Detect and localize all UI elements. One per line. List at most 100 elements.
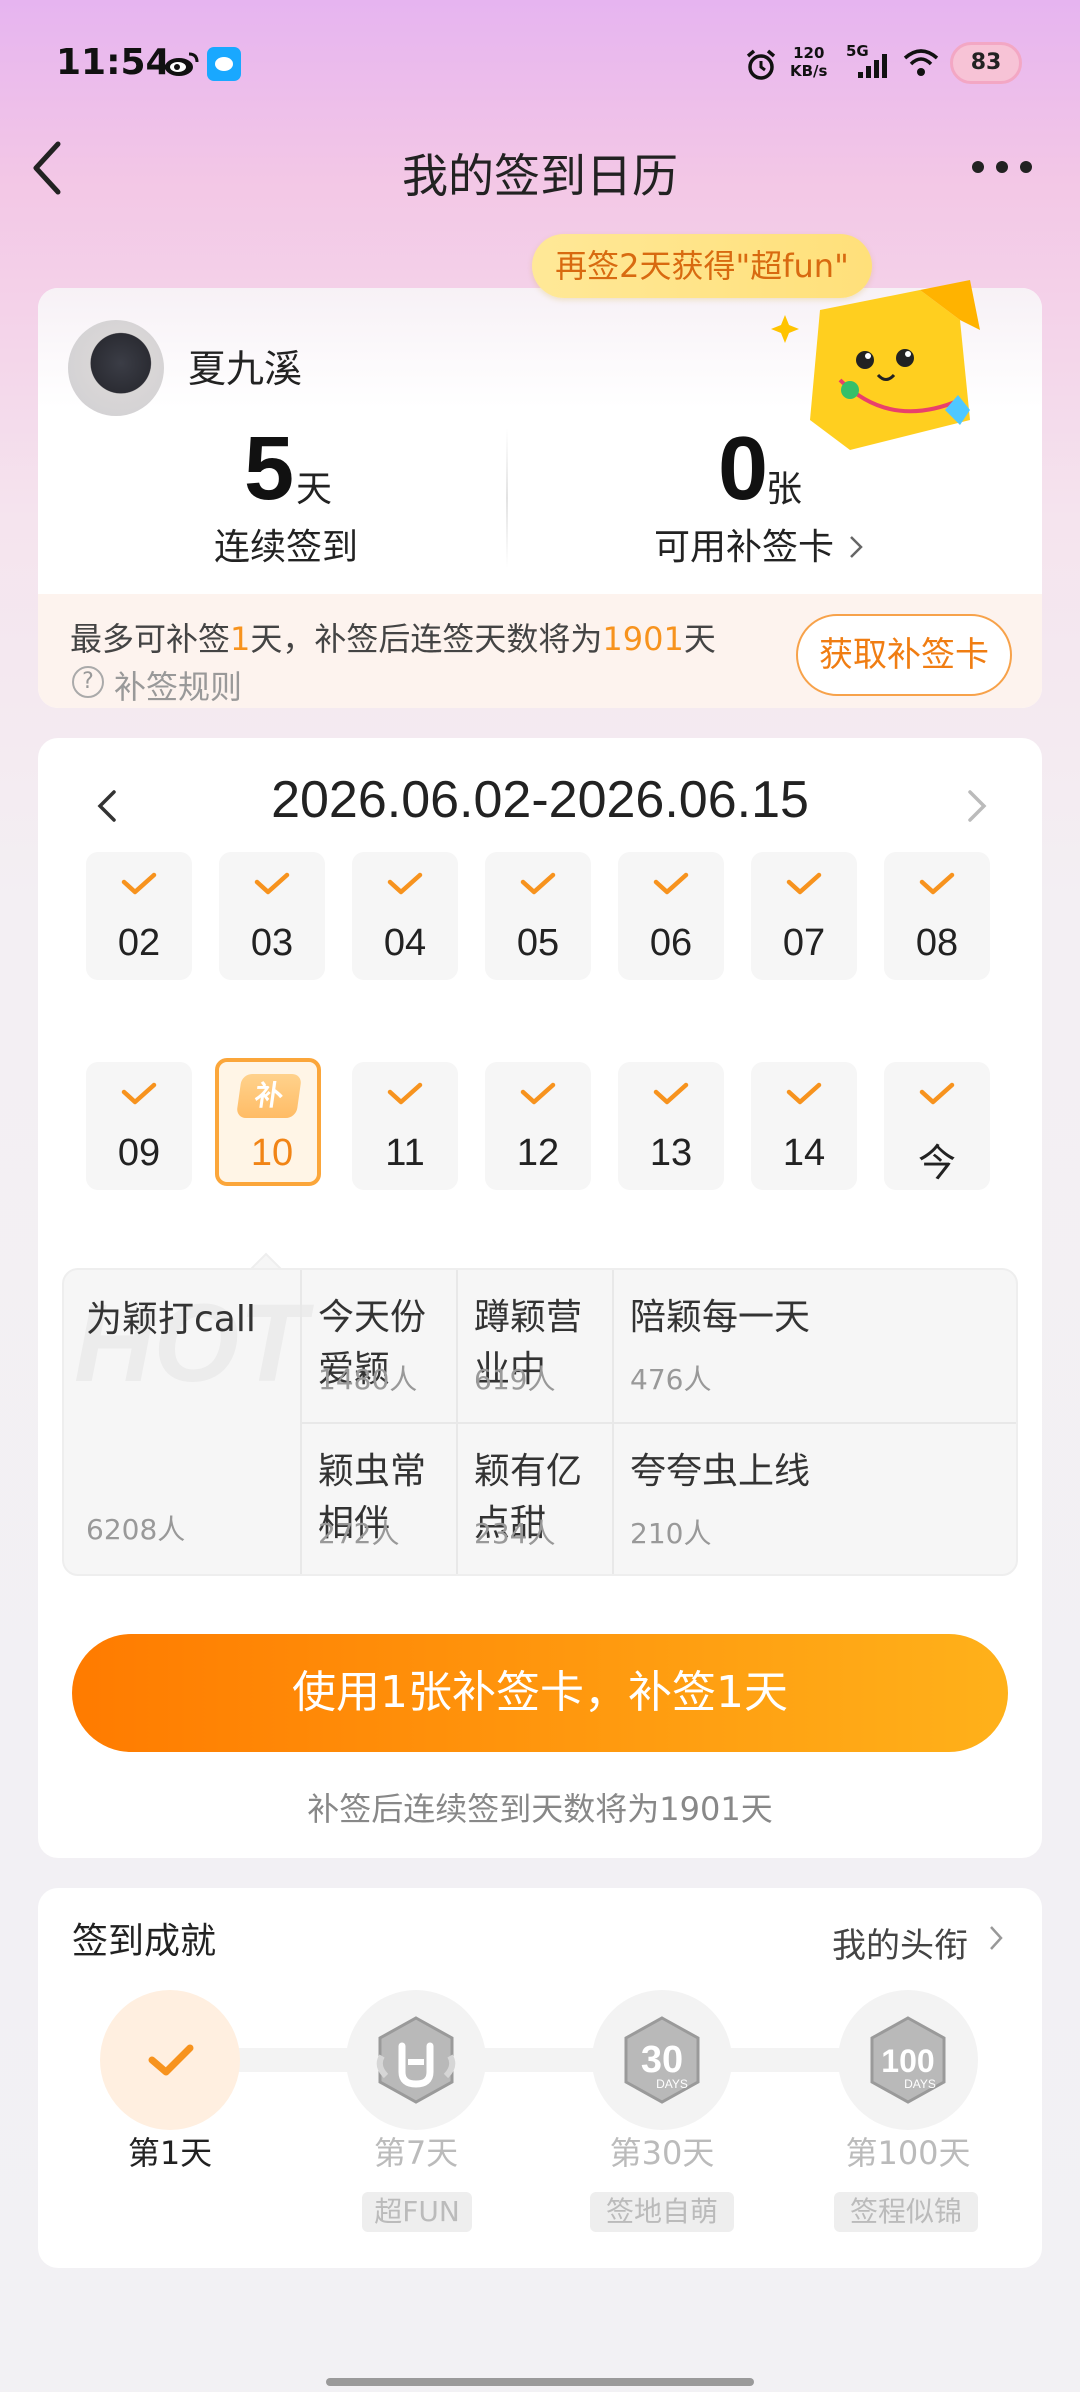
check-icon — [653, 872, 689, 895]
hot-tag-count: 234人 — [474, 1517, 556, 1550]
achievement-day7-badge[interactable] — [346, 1990, 486, 2130]
page-title: 我的签到日历 — [402, 149, 678, 203]
calendar-day[interactable]: 08 — [884, 852, 990, 980]
my-title-link[interactable]: 我的头衔 — [832, 1918, 968, 1967]
calendar-day[interactable]: 07 — [751, 852, 857, 980]
achievement-tag: 签程似锦 — [834, 2192, 978, 2232]
calendar-day-label: 04 — [383, 922, 427, 964]
calendar-day[interactable]: 09 — [86, 1062, 192, 1190]
hot-tag-count: 272人 — [318, 1517, 400, 1550]
divider — [506, 428, 508, 568]
more-icon[interactable] — [970, 158, 1034, 176]
calendar-day[interactable]: 03 — [219, 852, 325, 980]
calendar-day[interactable]: 11 — [352, 1062, 458, 1190]
net-speed: 120 KB/s — [790, 44, 827, 80]
makeup-text-2: 天，补签后连签天数将为 — [250, 620, 603, 658]
achievement-label: 第7天 — [373, 2134, 459, 2172]
achievements-track — [170, 2048, 920, 2072]
check-icon — [387, 1082, 423, 1105]
check-icon — [786, 1082, 822, 1105]
alarm-icon — [746, 49, 776, 80]
makeup-cards-label: 可用补签卡 — [654, 527, 835, 568]
achievement-label: 第30天 — [609, 2134, 715, 2172]
days-100-badge-icon: 100 DAYS — [870, 2016, 946, 2104]
avatar[interactable] — [68, 320, 164, 416]
check-icon — [148, 2044, 194, 2076]
check-icon — [121, 872, 157, 895]
chevron-right-icon — [850, 536, 864, 558]
hot-tag-count: 1480人 — [318, 1363, 418, 1396]
wifi-icon — [903, 49, 939, 76]
rules-link[interactable]: 补签规则 — [114, 662, 242, 708]
calendar-day[interactable]: 04 — [352, 852, 458, 980]
username: 夏九溪 — [188, 347, 303, 391]
calendar-day[interactable]: 今 — [884, 1062, 990, 1190]
get-makeup-card-button[interactable]: 获取补签卡 — [796, 614, 1012, 696]
hot-tag-item[interactable]: 陪颖每一天 476人 — [612, 1270, 1016, 1424]
hot-tag-title: 夸夸虫上线 — [630, 1451, 811, 1492]
calendar-day-label: 07 — [782, 922, 826, 964]
signal-icon — [858, 54, 887, 78]
calendar-day-label: 02 — [117, 922, 161, 964]
hot-tag-item[interactable]: 颖虫常相伴 272人 — [300, 1422, 456, 1574]
calendar-day[interactable]: 12 — [485, 1062, 591, 1190]
after-makeup-note: 补签后连续签到天数将为1901天 — [307, 1790, 773, 1828]
achievement-label: 第1天 — [127, 2134, 213, 2172]
streak-unit: 天 — [296, 469, 333, 510]
use-makeup-card-button[interactable]: 使用1张补签卡，补签1天 — [72, 1634, 1008, 1752]
weibo-icon — [165, 52, 199, 76]
rock-hand-badge-icon — [376, 2016, 456, 2104]
calendar-day-label: 11 — [385, 1132, 425, 1174]
calendar-day-label: 05 — [516, 922, 560, 964]
achievement-day1-badge[interactable] — [100, 1990, 240, 2130]
mascot-icon — [771, 280, 980, 450]
check-icon — [254, 872, 290, 895]
hot-tag-item[interactable]: 颖有亿点甜 234人 — [456, 1422, 612, 1574]
check-icon — [919, 1082, 955, 1105]
calendar-day[interactable]: 13 — [618, 1062, 724, 1190]
calendar-day-label: 13 — [649, 1132, 693, 1174]
check-icon — [121, 1082, 157, 1105]
hot-tag-title: 陪颖每一天 — [630, 1297, 811, 1338]
calendar-day[interactable]: 02 — [86, 852, 192, 980]
calendar-day-label: 08 — [915, 922, 959, 964]
check-icon — [520, 1082, 556, 1105]
achievements-title: 签到成就 — [72, 1921, 217, 1962]
badge-100-sub: DAYS — [904, 2077, 936, 2091]
days-30-badge-icon: 30 DAYS — [624, 2016, 700, 2104]
hot-tag-count: 6208人 — [86, 1513, 186, 1546]
makeup-text-3: 天 — [683, 620, 716, 658]
check-icon — [653, 1082, 689, 1105]
achievement-tag: 超FUN — [362, 2192, 472, 2232]
hot-tags-table: HOT 为颖打call 6208人 今天份爱颖 1480人 蹲颖营业中 619人 陪颖每… — [62, 1268, 1018, 1576]
home-indicator[interactable] — [326, 2378, 754, 2386]
hot-tag-item[interactable]: 今天份爱颖 1480人 — [300, 1270, 456, 1424]
status-time: 11:54 — [56, 42, 171, 83]
makeup-cards-unit: 张 — [766, 469, 803, 510]
achievement-day30-badge[interactable]: 30 DAYS — [592, 1990, 732, 2130]
next-week-button[interactable] — [962, 786, 992, 826]
streak-value: 5 — [244, 419, 295, 519]
makeup-cards-link[interactable]: 可用补签卡 — [654, 518, 864, 570]
achievement-tag: 签地自萌 — [590, 2192, 734, 2232]
achievement-day100-badge[interactable]: 100 DAYS — [838, 1990, 978, 2130]
promo-badge: 再签2天获得"超fun" — [532, 234, 872, 298]
makeup-badge: 补 — [235, 1074, 303, 1118]
makeup-info-text: 最多可补签1天，补签后连签天数将为1901天 — [70, 614, 716, 660]
check-icon — [786, 872, 822, 895]
hot-tag-count: 210人 — [630, 1517, 712, 1550]
calendar-day[interactable]: 05 — [485, 852, 591, 980]
badge-30-number: 30 — [641, 2039, 683, 2081]
calendar-day[interactable]: 14 — [751, 1062, 857, 1190]
calendar-day[interactable]: 06 — [618, 852, 724, 980]
app-icon — [207, 47, 241, 81]
help-icon[interactable]: ? — [72, 666, 104, 698]
hot-tag-item[interactable]: 夸夸虫上线 210人 — [612, 1422, 1016, 1574]
calendar-day[interactable]: 补 10 — [215, 1058, 321, 1186]
calendar-day-label: 14 — [782, 1132, 826, 1174]
hot-tag-item[interactable]: 蹲颖营业中 619人 — [456, 1270, 612, 1424]
hot-tag-main[interactable]: 为颖打call 6208人 — [64, 1270, 300, 1574]
badge-30-sub: DAYS — [656, 2077, 688, 2091]
hot-tag-count: 619人 — [474, 1363, 556, 1396]
calendar-day-label: 今 — [917, 1143, 956, 1185]
